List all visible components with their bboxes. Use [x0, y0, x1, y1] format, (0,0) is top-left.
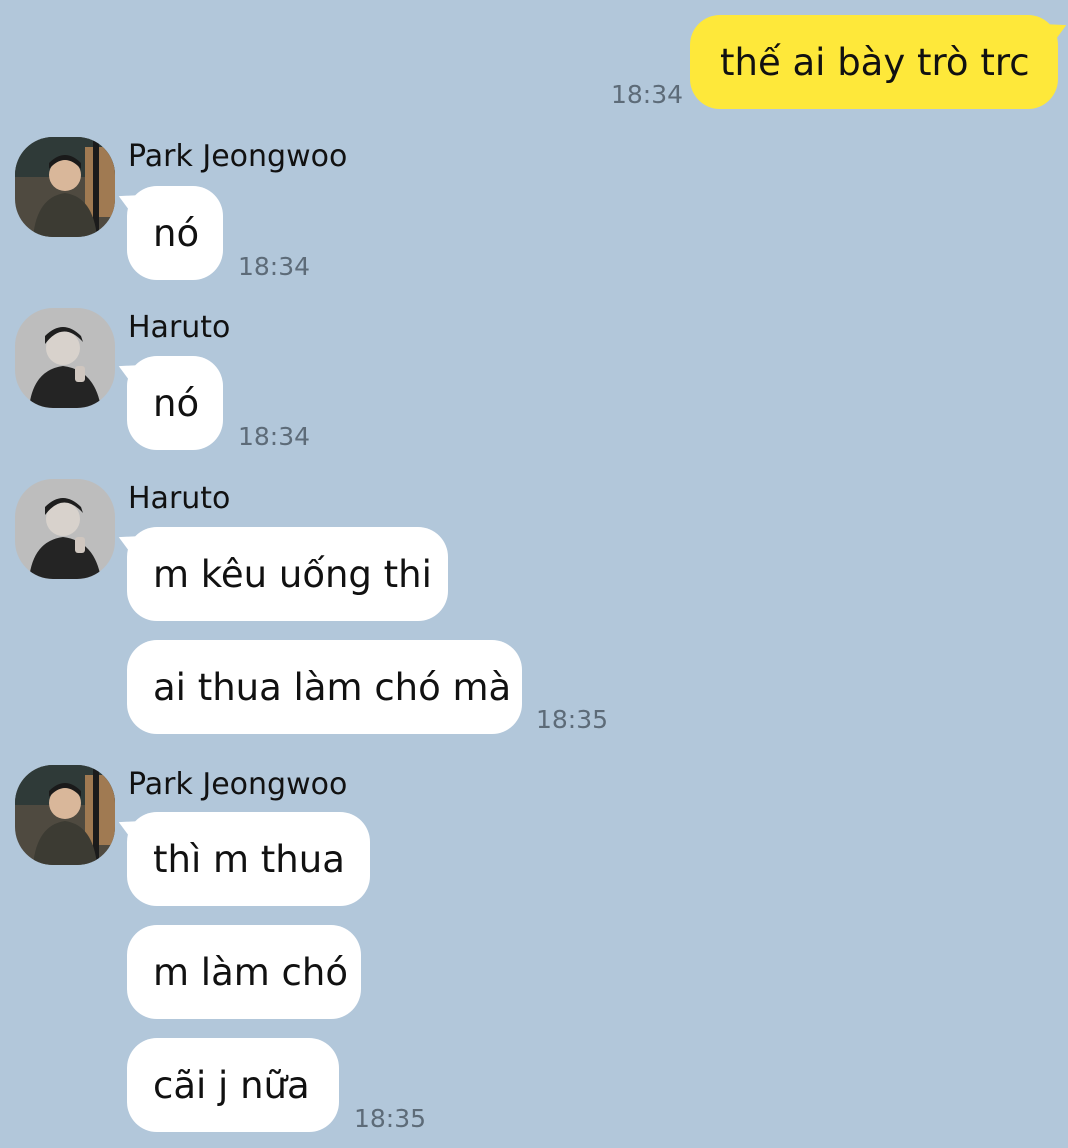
message-text: thì m thua	[153, 837, 345, 881]
bubble-tail	[113, 356, 145, 390]
bubble-tail	[1040, 15, 1068, 49]
message-time: 18:35	[354, 1104, 427, 1133]
outgoing-message-bubble[interactable]: thế ai bày trò trc	[690, 15, 1068, 109]
incoming-message-bubble[interactable]: cãi j nữa	[127, 1038, 339, 1132]
bubble-tail	[113, 812, 145, 846]
message-time: 18:34	[238, 422, 311, 451]
message-time: 18:34	[611, 80, 684, 109]
incoming-message-bubble[interactable]: ai thua làm chó mà	[127, 640, 522, 734]
sender-name: Haruto	[128, 310, 231, 345]
message-text: m kêu uống thi	[153, 552, 432, 596]
message-text: m làm chó	[153, 950, 348, 994]
incoming-message-bubble[interactable]: nó	[113, 186, 223, 280]
sender-name: Park Jeongwoo	[128, 139, 348, 174]
avatar-photo-icon	[15, 308, 115, 408]
avatar-haruto[interactable]	[15, 479, 115, 579]
incoming-message-bubble[interactable]: nó	[113, 356, 223, 450]
bubble-tail	[113, 186, 145, 220]
incoming-message-bubble[interactable]: m làm chó	[127, 925, 361, 1019]
bubble-tail	[113, 527, 145, 561]
message-text: thế ai bày trò trc	[720, 40, 1030, 84]
message-text: nó	[153, 381, 200, 425]
sender-name: Haruto	[128, 481, 231, 516]
incoming-message-bubble[interactable]: thì m thua	[113, 812, 370, 906]
message-text: ai thua làm chó mà	[153, 665, 512, 709]
avatar-haruto[interactable]	[15, 308, 115, 408]
chat-room: 18:34 thế ai bày trò trc Park Jeongwoo n…	[0, 0, 1068, 1148]
avatar-photo-icon	[15, 765, 115, 865]
incoming-message-bubble[interactable]: m kêu uống thi	[113, 527, 448, 621]
message-text: nó	[153, 211, 200, 255]
avatar-park-jeongwoo[interactable]	[15, 765, 115, 865]
message-time: 18:34	[238, 252, 311, 281]
avatar-photo-icon	[15, 479, 115, 579]
message-time: 18:35	[536, 705, 609, 734]
sender-name: Park Jeongwoo	[128, 767, 348, 802]
message-text: cãi j nữa	[153, 1063, 310, 1107]
avatar-photo-icon	[15, 137, 115, 237]
avatar-park-jeongwoo[interactable]	[15, 137, 115, 237]
